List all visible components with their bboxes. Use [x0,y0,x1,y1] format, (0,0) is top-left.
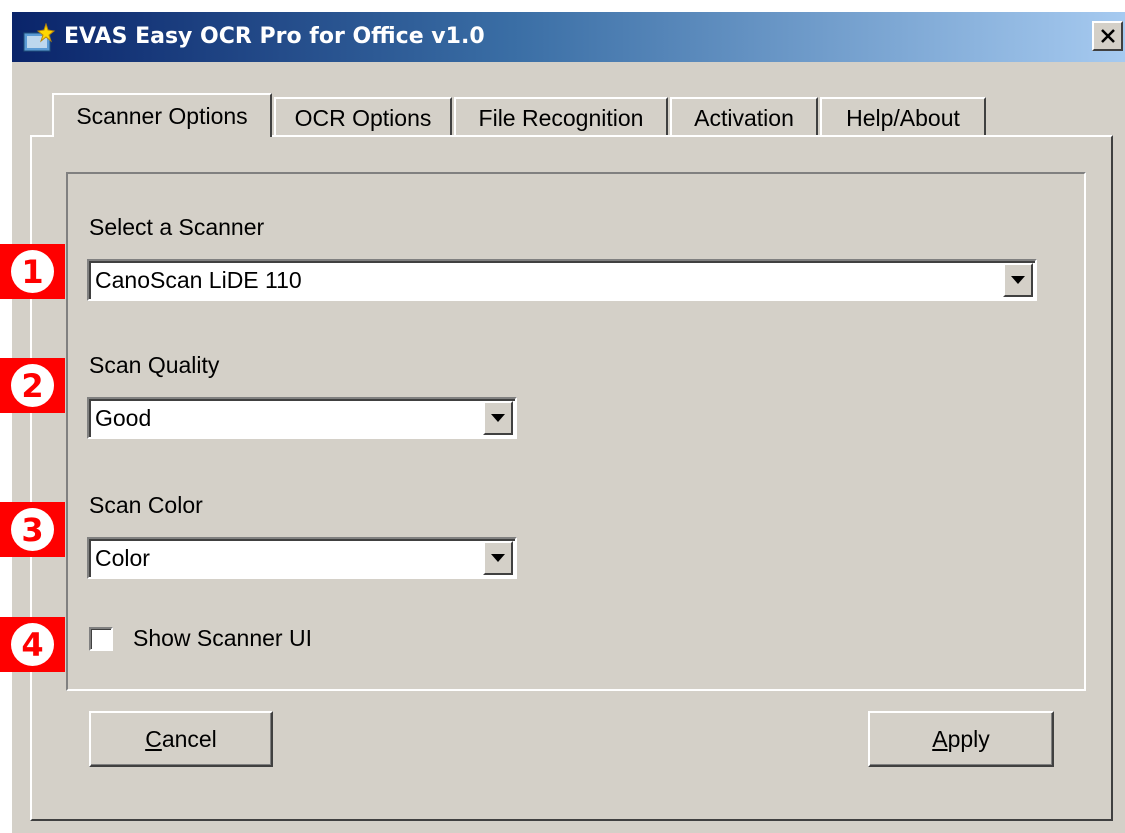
tab-scanner-options[interactable]: Scanner Options [52,93,272,137]
tab-label: Activation [694,104,794,131]
badge-number: 3 [11,508,54,551]
tab-help-about[interactable]: Help/About [820,97,986,137]
close-button[interactable] [1092,21,1123,51]
chevron-down-icon [1011,276,1025,284]
cancel-button[interactable]: Cancel [89,711,273,767]
badge-number: 4 [11,623,54,666]
scan-quality-label: Scan Quality [89,352,220,378]
window-title: EVAS Easy OCR Pro for Office v1.0 [64,24,485,49]
scan-color-label: Scan Color [89,492,203,518]
show-scanner-ui-label[interactable]: Show Scanner UI [133,625,312,652]
tab-ocr-options[interactable]: OCR Options [274,97,452,137]
scan-quality-dropdown-button[interactable] [483,401,513,435]
apply-button[interactable]: Apply [868,711,1054,767]
callout-badge-2: 2 [0,358,65,413]
scan-color-select[interactable]: Color [87,537,517,579]
tab-activation[interactable]: Activation [670,97,818,137]
scan-quality-value: Good [95,405,152,431]
scan-color-value: Color [95,545,150,571]
badge-number: 1 [11,250,54,293]
select-scanner-label: Select a Scanner [89,214,265,240]
chevron-down-icon [491,414,505,422]
scanner-dropdown-button[interactable] [1003,263,1033,297]
callout-badge-3: 3 [0,502,65,557]
scan-color-dropdown-button[interactable] [483,541,513,575]
tab-label: Scanner Options [76,102,248,129]
apply-label-rest: pply [947,725,990,752]
scan-quality-select[interactable]: Good [87,397,517,439]
tab-label: OCR Options [294,104,432,131]
title-bar[interactable]: EVAS Easy OCR Pro for Office v1.0 [12,12,1125,62]
app-sparkle-icon [23,23,56,52]
cancel-label-rest: ancel [161,725,217,752]
cancel-mnemonic: C [145,725,162,752]
callout-badge-4: 4 [0,617,65,672]
tab-file-recognition[interactable]: File Recognition [454,97,668,137]
scanner-select[interactable]: CanoScan LiDE 110 [87,259,1037,301]
tab-label: Help/About [846,104,960,131]
apply-mnemonic: A [932,725,948,752]
callout-badge-1: 1 [0,244,65,299]
scanner-select-value: CanoScan LiDE 110 [95,267,302,293]
badge-number: 2 [11,364,54,407]
show-scanner-ui-checkbox[interactable] [89,627,113,651]
chevron-down-icon [491,554,505,562]
close-icon [1100,29,1115,43]
tab-label: File Recognition [478,104,644,131]
